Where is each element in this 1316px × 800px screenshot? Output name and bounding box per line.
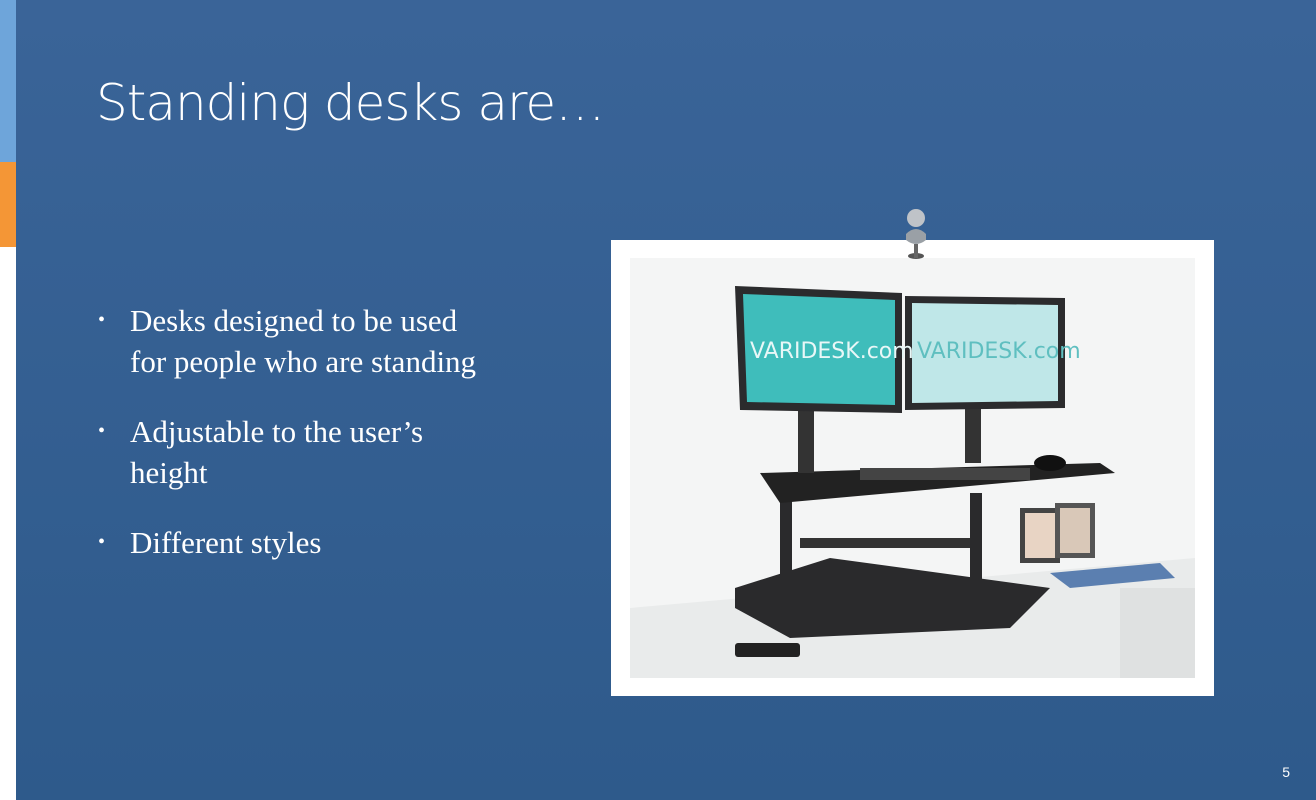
page-number: 5 (1282, 764, 1290, 780)
screen-text-left: VARIDESK.com (750, 339, 914, 364)
bullet-text: Adjustable to the user’s height (130, 414, 424, 490)
bullet-icon: • (98, 420, 106, 442)
bullet-icon: • (98, 309, 106, 331)
bullet-text: Desks designed to be used for people who… (130, 303, 477, 379)
bullet-item: • Adjustable to the user’s height (98, 411, 498, 493)
bullet-icon: • (98, 531, 106, 553)
bullet-list: • Desks designed to be used for people wh… (98, 300, 498, 592)
accent-strip-orange (0, 162, 16, 247)
standing-desk-photo: VARIDESK.com VARIDESK.com (630, 258, 1195, 678)
bullet-item: • Different styles (98, 522, 498, 563)
pushpin-icon (906, 209, 926, 259)
bullet-item: • Desks designed to be used for people wh… (98, 300, 498, 382)
slide-title: Standing desks are… (96, 74, 605, 132)
screen-text-right: VARIDESK.com (917, 339, 1081, 364)
accent-strip-blue (0, 0, 16, 162)
accent-strip-white (0, 247, 16, 800)
photo-frame: VARIDESK.com VARIDESK.com (611, 240, 1214, 696)
slide: Standing desks are… • Desks designed to b… (16, 0, 1316, 800)
bullet-text: Different styles (130, 525, 322, 560)
